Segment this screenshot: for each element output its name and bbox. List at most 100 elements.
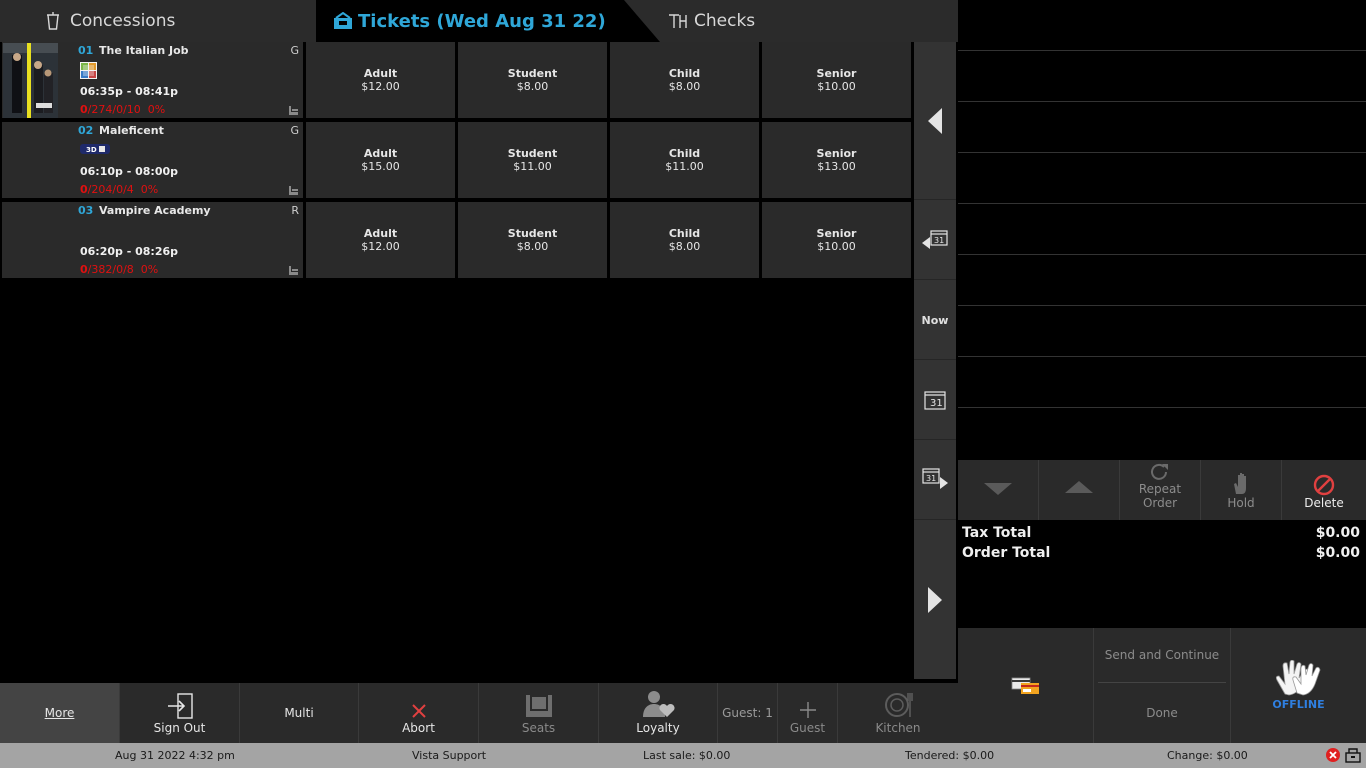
session-info[interactable]: 02 Maleficent G 3D 06:10p - 08:00p 0/204…	[2, 122, 303, 198]
status-datetime: Aug 31 2022 4:32 pm	[115, 749, 235, 762]
repeat-order-label: Repeat Order	[1138, 482, 1182, 510]
session-row: 01 The Italian Job G 06:35p - 08:41p 0/2…	[0, 42, 912, 120]
hold-button[interactable]: Hold	[1201, 460, 1282, 520]
order-actions: Repeat Order Hold Delete	[958, 460, 1366, 520]
session-row: 02 Maleficent G 3D 06:10p - 08:00p 0/204…	[0, 122, 912, 200]
add-guest-button[interactable]: Guest	[778, 683, 838, 743]
sign-out-button[interactable]: Sign Out	[120, 683, 240, 743]
price-type-label: Adult	[363, 67, 398, 80]
calendar-next-icon: 31	[922, 468, 948, 489]
session-seat-stats: 0/274/0/10 0%	[80, 103, 165, 116]
price-button[interactable]: Student $8.00	[458, 202, 607, 278]
close-app-icon[interactable]	[1326, 748, 1340, 765]
done-button[interactable]: Done	[1098, 685, 1226, 740]
credit-card-icon	[1011, 677, 1039, 694]
prohibit-icon	[1313, 474, 1335, 496]
close-icon	[411, 704, 426, 718]
price-button[interactable]: Senior $13.00	[762, 122, 911, 198]
session-seat-stats: 0/204/0/4 0%	[80, 183, 158, 196]
card-payment-button[interactable]	[958, 628, 1094, 743]
tab-checks[interactable]: Checks	[668, 0, 755, 42]
repeat-order-button[interactable]: Repeat Order	[1120, 460, 1201, 520]
scroll-down-button[interactable]	[958, 460, 1039, 520]
seat-stats-rest: /274/0/10	[87, 103, 141, 116]
price-button[interactable]: Senior $10.00	[762, 202, 911, 278]
price-type-label: Child	[668, 227, 701, 240]
offline-status-button[interactable]: OFFLINE	[1230, 628, 1366, 743]
seats-sold: 0	[80, 183, 88, 196]
format-icon	[80, 62, 97, 83]
kitchen-button[interactable]: Kitchen	[838, 683, 958, 743]
movie-title: The Italian Job	[99, 44, 189, 57]
order-line-divider	[958, 305, 1366, 306]
kitchen-label: Kitchen	[875, 721, 921, 735]
abort-button[interactable]: Abort	[359, 683, 479, 743]
send-actions: Send and Continue Done	[1094, 628, 1230, 743]
scroll-up-button[interactable]	[1039, 460, 1120, 520]
seat-icon	[288, 181, 299, 200]
price-amount: $15.00	[361, 160, 400, 173]
now-button[interactable]: Now	[914, 281, 956, 360]
multi-button[interactable]: Multi	[240, 683, 359, 743]
price-type-label: Adult	[363, 227, 398, 240]
price-type-label: Student	[507, 227, 558, 240]
price-amount: $12.00	[361, 240, 400, 253]
price-button[interactable]: Child $8.00	[610, 202, 759, 278]
plus-icon	[799, 702, 816, 718]
delete-button[interactable]: Delete	[1282, 460, 1366, 520]
movie-title: Maleficent	[99, 124, 164, 137]
more-button[interactable]: More	[0, 683, 120, 743]
3d-badge-text: 3D	[86, 146, 97, 154]
date-navigation: 31 Now 31 31	[914, 42, 956, 679]
price-button[interactable]: Child $8.00	[610, 42, 759, 118]
loyalty-button[interactable]: Loyalty	[599, 683, 718, 743]
calendar-day-text: 31	[930, 398, 943, 409]
price-type-label: Senior	[816, 147, 857, 160]
price-amount: $10.00	[817, 80, 856, 93]
tax-total-label: Tax Total	[962, 525, 1032, 541]
price-button[interactable]: Adult $12.00	[306, 42, 455, 118]
seats-button[interactable]: Seats	[479, 683, 599, 743]
loyalty-person-heart-icon	[643, 691, 675, 717]
status-user: Vista Support	[412, 749, 487, 762]
order-total-row: Order Total $0.00	[962, 545, 1360, 561]
guest-count: Guest: 1	[718, 683, 778, 743]
session-info[interactable]: 01 The Italian Job G 06:35p - 08:41p 0/2…	[2, 42, 303, 118]
tab-concessions[interactable]: Concessions	[44, 0, 175, 42]
movie-rating: G	[290, 44, 299, 57]
price-type-label: Child	[668, 147, 701, 160]
page-next-button[interactable]	[914, 521, 956, 679]
price-button[interactable]: Student $8.00	[458, 42, 607, 118]
tax-total-value: $0.00	[1315, 525, 1360, 541]
price-type-label: Student	[507, 147, 558, 160]
price-button[interactable]: Student $11.00	[458, 122, 607, 198]
price-type-label: Adult	[363, 147, 398, 160]
send-and-continue-button[interactable]: Send and Continue	[1098, 628, 1226, 683]
calendar-button[interactable]: 31	[914, 361, 956, 440]
price-amount: $8.00	[516, 80, 549, 93]
page-previous-button[interactable]	[914, 42, 956, 200]
session-info[interactable]: 03 Vampire Academy R 06:20p - 08:26p 0/3…	[2, 202, 303, 278]
calendar-day-text: 31	[934, 236, 944, 245]
send-and-continue-label: Send and Continue	[1104, 648, 1220, 662]
refresh-icon	[1151, 463, 1168, 480]
checks-icon	[668, 12, 687, 30]
price-button[interactable]: Adult $15.00	[306, 122, 455, 198]
price-button[interactable]: Adult $12.00	[306, 202, 455, 278]
price-type-label: Child	[668, 67, 701, 80]
calendar-previous-icon: 31	[922, 230, 948, 249]
price-button[interactable]: Senior $10.00	[762, 42, 911, 118]
previous-day-button[interactable]: 31	[914, 201, 956, 280]
tab-tickets[interactable]: Tickets (Wed Aug 31 22)	[316, 0, 660, 42]
seats-sold: 0	[80, 103, 88, 116]
cash-drawer-icon[interactable]	[1345, 747, 1361, 766]
seat-stats-rest: /382/0/8	[87, 263, 134, 276]
next-day-button[interactable]: 31	[914, 441, 956, 520]
sign-out-label: Sign Out	[153, 721, 206, 735]
price-button[interactable]: Child $11.00	[610, 122, 759, 198]
session-row: 03 Vampire Academy R 06:20p - 08:26p 0/3…	[0, 202, 912, 280]
seats-label: Seats	[521, 721, 556, 735]
hand-icon	[1234, 473, 1246, 494]
loyalty-label: Loyalty	[636, 721, 680, 735]
order-line-divider	[958, 101, 1366, 102]
